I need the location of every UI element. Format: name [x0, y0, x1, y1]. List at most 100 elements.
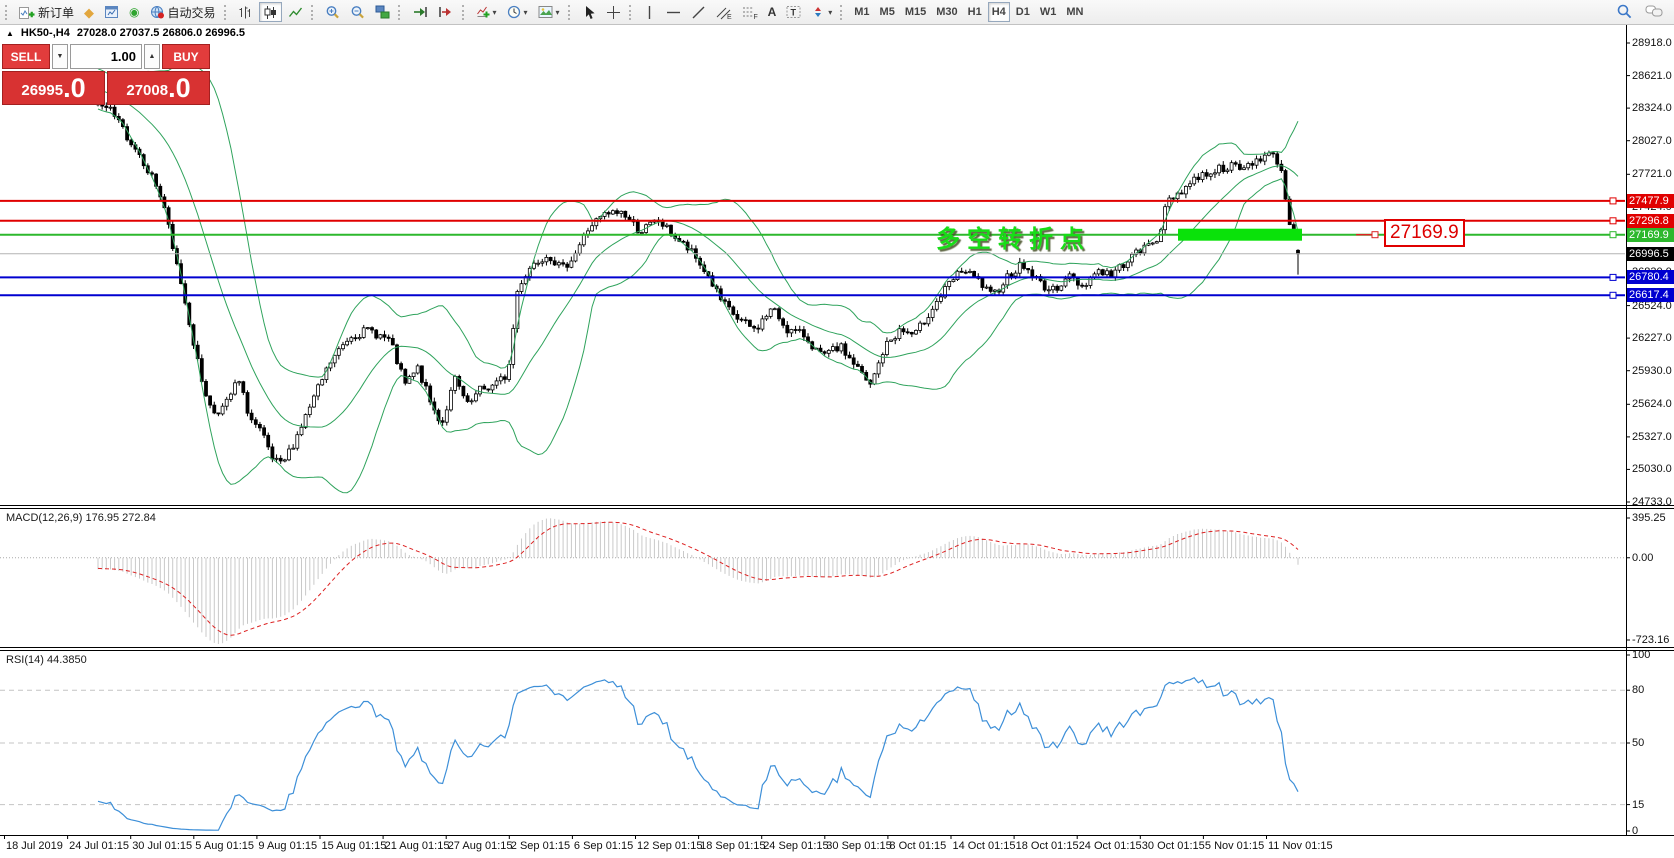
- signals-icon: ◉: [129, 6, 139, 18]
- arrows-button[interactable]: ▾: [807, 2, 836, 22]
- time-axis-label: 18 Jul 2019: [6, 840, 63, 852]
- timeframe-m15-button[interactable]: M15: [901, 2, 930, 22]
- vertical-line-icon: [643, 5, 656, 20]
- indicators-button[interactable]: ▾: [472, 2, 501, 22]
- collapse-icon[interactable]: ▲: [6, 29, 14, 38]
- text-label-icon: T: [786, 5, 801, 19]
- time-axis-label: 24 Oct 01:15: [1079, 840, 1142, 852]
- highlight-bar[interactable]: [1178, 229, 1302, 241]
- periods-button[interactable]: ▾: [503, 2, 532, 22]
- new-order-icon: [19, 5, 35, 20]
- text-button[interactable]: A: [764, 2, 781, 22]
- crosshair-button[interactable]: [602, 2, 625, 22]
- horizontal-line-icon: [666, 6, 681, 19]
- price-line-badge: 27477.9: [1627, 194, 1674, 208]
- toolbar-grip: [5, 5, 10, 20]
- tile-windows-button[interactable]: [371, 2, 394, 22]
- price-callout-label[interactable]: 27169.9: [1384, 219, 1465, 247]
- chart-canvas[interactable]: [0, 0, 1674, 858]
- timeframe-mn-button[interactable]: MN: [1062, 2, 1087, 22]
- autotrading-button[interactable]: 自动交易: [146, 2, 220, 22]
- line-handle[interactable]: [1610, 198, 1616, 204]
- chart-area[interactable]: ▲ HK50-,H4 27028.0 27037.5 26806.0 26996…: [0, 0, 1674, 858]
- price-line-badge: 27169.9: [1627, 228, 1674, 242]
- time-axis-label: 30 Sep 01:15: [826, 840, 891, 852]
- toolbar-buttons: 新订单◆◉自动交易▾▾▾EFAT▾M1M5M15M30H1H4D1W1MN: [0, 0, 1088, 24]
- metaeditor-button[interactable]: ◆: [80, 2, 98, 22]
- timeframe-h4-button[interactable]: H4: [988, 2, 1010, 22]
- price-axis-tick: 25624.0: [1632, 398, 1672, 410]
- timeframe-m1-button[interactable]: M1: [850, 2, 873, 22]
- svg-text:F: F: [753, 14, 757, 20]
- rsi-axis-tick: 50: [1632, 737, 1644, 749]
- toolbar-grip: [629, 5, 634, 20]
- price-axis-tick: 28621.0: [1632, 70, 1672, 82]
- trendline-button[interactable]: [687, 2, 710, 22]
- sell-price-box[interactable]: 26995.0: [2, 71, 105, 105]
- horizontal-line-button[interactable]: [662, 2, 685, 22]
- bar-chart-mode-button[interactable]: [234, 2, 257, 22]
- volume-input[interactable]: [70, 44, 142, 69]
- timeframe-m5-button[interactable]: M5: [876, 2, 899, 22]
- time-axis-label: 15 Aug 01:15: [322, 840, 387, 852]
- time-axis-label: 30 Jul 01:15: [132, 840, 192, 852]
- timeframe-w1-button[interactable]: W1: [1036, 2, 1061, 22]
- chat-icon[interactable]: [1645, 4, 1664, 19]
- time-axis-label: 14 Oct 01:15: [953, 840, 1016, 852]
- zoom-out-icon: [350, 5, 365, 20]
- cursor-button[interactable]: [578, 2, 600, 22]
- timeframe-d1-button[interactable]: D1: [1012, 2, 1034, 22]
- line-chart-icon: [288, 5, 303, 20]
- candlestick-mode-button[interactable]: [259, 2, 282, 22]
- price-line-badge: 26996.5: [1627, 247, 1674, 261]
- buy-button[interactable]: BUY: [162, 44, 210, 69]
- indicators-icon: [476, 5, 490, 19]
- zoom-in-button[interactable]: [321, 2, 344, 22]
- auto-scroll-icon: [412, 5, 428, 19]
- sell-price-main: 26995: [21, 80, 63, 102]
- cursor-icon: [582, 5, 596, 20]
- toolbar-grip: [398, 5, 403, 20]
- turning-point-annotation[interactable]: 多空转折点: [936, 219, 1091, 254]
- text-label-button[interactable]: T: [782, 2, 805, 22]
- line-handle[interactable]: [1610, 292, 1616, 298]
- rsi-axis-tick: 0: [1632, 825, 1638, 837]
- price-axis-tick: 25327.0: [1632, 431, 1672, 443]
- search-icon[interactable]: [1616, 3, 1633, 20]
- line-chart-mode-button[interactable]: [284, 2, 307, 22]
- arrows-icon: [811, 5, 825, 19]
- volume-up-button[interactable]: ▲: [144, 44, 160, 69]
- strategy-tester-button[interactable]: [100, 2, 123, 22]
- time-axis-label: 27 Aug 01:15: [448, 840, 513, 852]
- templates-button[interactable]: ▾: [534, 2, 564, 22]
- equidistant-channel-button[interactable]: E: [712, 2, 736, 22]
- callout-anchor[interactable]: [1372, 232, 1378, 238]
- macd-axis-tick: 0.00: [1632, 552, 1653, 564]
- fibonacci-retracement-button[interactable]: F: [738, 2, 762, 22]
- vertical-line-button[interactable]: [639, 2, 660, 22]
- price-axis-tick: 28918.0: [1632, 37, 1672, 49]
- svg-text:E: E: [727, 14, 732, 20]
- buy-price-box[interactable]: 27008.0: [107, 71, 210, 105]
- price-axis-tick: 28027.0: [1632, 135, 1672, 147]
- volume-down-button[interactable]: ▼: [52, 44, 68, 69]
- one-click-trade-panel: SELL ▼ ▲ BUY 26995.0 27008.0: [2, 44, 210, 105]
- auto-scroll-button[interactable]: [408, 2, 432, 22]
- chart-shift-button[interactable]: [434, 2, 458, 22]
- timeframe-h1-button[interactable]: H1: [964, 2, 986, 22]
- metaeditor-icon: ◆: [84, 6, 94, 19]
- line-handle[interactable]: [1610, 218, 1616, 224]
- timeframe-m30-button[interactable]: M30: [932, 2, 961, 22]
- time-axis-label: 9 Aug 01:15: [258, 840, 317, 852]
- time-axis-label: 18 Oct 01:15: [1016, 840, 1079, 852]
- new-order-button[interactable]: 新订单: [15, 2, 78, 22]
- zoom-out-button[interactable]: [346, 2, 369, 22]
- chevron-down-icon: ▾: [828, 8, 832, 17]
- sell-button[interactable]: SELL: [2, 44, 50, 69]
- signals-button[interactable]: ◉: [125, 2, 143, 22]
- window-chart-icon: [104, 5, 119, 19]
- price-line-badge: 27296.8: [1627, 214, 1674, 228]
- line-handle[interactable]: [1610, 232, 1616, 238]
- line-handle[interactable]: [1610, 274, 1616, 280]
- time-axis-label: 8 Oct 01:15: [889, 840, 946, 852]
